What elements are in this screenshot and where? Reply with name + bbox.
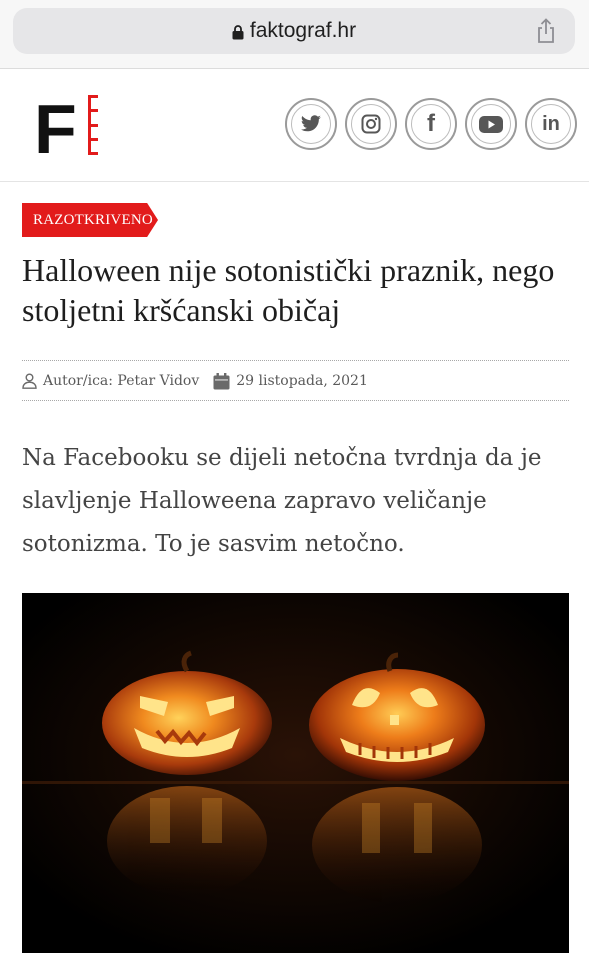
article-hero-image [22, 593, 569, 953]
share-icon[interactable] [535, 18, 557, 44]
twitter-button[interactable] [285, 98, 337, 150]
site-header: F f in [0, 69, 589, 182]
url-domain: faktograf.hr [249, 19, 357, 42]
linkedin-button[interactable]: in [525, 98, 577, 150]
faktograf-logo[interactable]: F [34, 91, 109, 161]
address-bar[interactable]: faktograf.hr [13, 8, 575, 54]
logo-letter: F [34, 91, 77, 161]
article-author[interactable]: Autor/ica: Petar Vidov [43, 373, 199, 389]
article-lead: Na Facebooku se dijeli netočna tvrdnja d… [22, 445, 542, 557]
calendar-icon [213, 372, 230, 389]
instagram-button[interactable] [345, 98, 397, 150]
twitter-icon [291, 104, 331, 144]
user-icon [22, 373, 37, 389]
browser-toolbar: faktograf.hr [0, 0, 589, 69]
facebook-button[interactable]: f [405, 98, 457, 150]
article-date: 29 listopada, 2021 [236, 373, 368, 389]
article-meta: Autor/ica: Petar Vidov 29 listopada, 202… [22, 368, 368, 394]
youtube-icon [471, 104, 511, 144]
meta-divider-bottom [22, 400, 569, 401]
lock-icon [232, 24, 244, 39]
category-badge[interactable]: RAZOTKRIVENO [22, 203, 158, 237]
article-title: Halloween nije sotonistički praznik, neg… [22, 252, 555, 328]
youtube-button[interactable] [465, 98, 517, 150]
jack-o-lantern-image [22, 593, 569, 953]
linkedin-icon: in [531, 104, 571, 144]
facebook-icon: f [411, 104, 451, 144]
instagram-icon [351, 104, 391, 144]
address-bar-content: faktograf.hr [13, 8, 575, 54]
meta-divider-top [22, 360, 569, 361]
